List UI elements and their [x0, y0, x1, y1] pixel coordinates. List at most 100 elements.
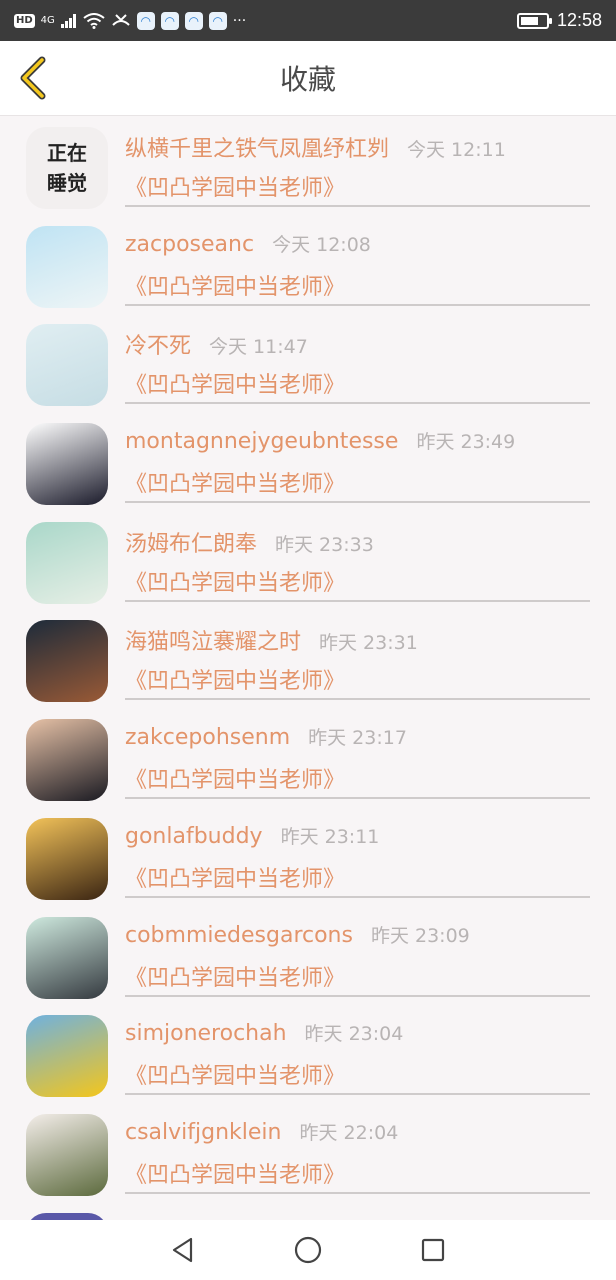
back-button[interactable] [10, 55, 56, 101]
user-name[interactable]: 汤姆布仁朗奉 [125, 526, 257, 558]
timestamp: 昨天 23:17 [308, 727, 407, 750]
battery-level [520, 16, 538, 25]
divider [125, 797, 590, 800]
book-title[interactable]: 《凹凸学园中当老师》 [125, 466, 345, 498]
favorites-list: 正在 睡觉 纵横千里之铁气凤凰纾杠刿 今天 12:11 《凹凸学园中当老师》 zacpos… [0, 116, 616, 1220]
nav-recents-button[interactable] [413, 1230, 453, 1270]
list-item[interactable]: 正在 睡觉 纵横千里之铁气凤凰纾杠刿 今天 12:11 《凹凸学园中当老师》 [0, 116, 616, 215]
triangle-back-icon [172, 1237, 192, 1263]
avatar[interactable]: 正在 睡觉 [26, 127, 108, 209]
book-title[interactable]: 《凹凸学园中当老师》 [125, 367, 345, 399]
square-recents-icon [422, 1238, 445, 1262]
item-header: gonlafbuddy 昨天 23:11 [125, 822, 379, 849]
user-name[interactable]: 海猫鸣泣褰耀之时 [125, 624, 301, 656]
divider [125, 402, 590, 405]
clock: 12:58 [556, 10, 602, 30]
book-title[interactable]: 《凹凸学园中当老师》 [125, 960, 345, 992]
user-name[interactable]: montagnnejygeubntesse [125, 429, 398, 454]
user-name[interactable]: gonlafbuddy [125, 824, 263, 849]
list-item[interactable]: montagnnejygeubntesse 昨天 23:49 《凹凸学园中当老师》 [0, 412, 616, 511]
item-header: zakcepohsenm 昨天 23:17 [125, 723, 407, 750]
avatar[interactable] [26, 1015, 108, 1098]
item-header: csalvifjgnklein 昨天 22:04 [125, 1118, 398, 1145]
book-title[interactable]: 《凹凸学园中当老师》 [125, 762, 345, 794]
book-title[interactable]: 《凹凸学园中当老师》 [125, 663, 345, 695]
avatar[interactable] [26, 620, 108, 703]
list-item[interactable]: zakcepohsenm 昨天 23:17 《凹凸学园中当老师》 [0, 708, 616, 807]
more-notifications-icon: ··· [232, 12, 247, 29]
avatar[interactable] [26, 225, 108, 308]
navigation-bar [0, 1220, 616, 1280]
network-type: 4G [40, 14, 55, 26]
avatar-text-line: 正在 [47, 141, 87, 165]
item-header: 纵横千里之铁气凤凰纾杠刿 今天 12:11 [125, 131, 506, 163]
list-item[interactable]: gonlafbuddy 昨天 23:11 《凹凸学园中当老师》 [0, 807, 616, 906]
avatar[interactable] [26, 1212, 108, 1220]
divider [125, 895, 590, 898]
avatar-text-line: 睡觉 [47, 171, 87, 195]
user-name[interactable]: simjonerochah [125, 1021, 287, 1046]
nav-back-button[interactable] [163, 1230, 203, 1270]
divider [125, 599, 590, 602]
user-name[interactable]: csalvifjgnklein [125, 1120, 282, 1145]
timestamp: 昨天 23:04 [304, 1023, 404, 1046]
item-header: 汤姆布仁朗奉 昨天 23:33 [125, 526, 374, 558]
avatar[interactable] [26, 521, 108, 604]
divider [125, 303, 590, 306]
list-item[interactable]: cobmmiedesgarcons 昨天 23:09 《凹凸学园中当老师》 [0, 906, 616, 1005]
item-header: 冷不死 今天 11:47 [125, 328, 308, 360]
chevron-left-icon [20, 56, 46, 100]
book-title[interactable]: 《凹凸学园中当老师》 [125, 170, 345, 202]
list-item[interactable]: simjonerochah 昨天 23:04 《凹凸学园中当老师》 [0, 1004, 616, 1103]
timestamp: 昨天 22:04 [299, 1121, 399, 1144]
hd-icon: HD [14, 13, 35, 28]
app-notification-icon: ◠ [136, 11, 155, 30]
avatar[interactable] [26, 1113, 108, 1196]
book-title[interactable]: 《凹凸学园中当老师》 [125, 565, 345, 597]
app-notification-icon: ◠ [184, 11, 203, 30]
item-header: simjonerochah 昨天 23:04 [125, 1019, 403, 1046]
app-notification-icon: ◠ [208, 11, 227, 30]
list-item[interactable] [0, 1202, 616, 1220]
page-title: 收藏 [279, 63, 336, 96]
book-title[interactable]: 《凹凸学园中当老师》 [125, 269, 345, 301]
wifi-icon [83, 12, 105, 29]
battery-icon [516, 12, 552, 29]
status-bar: HD 4G ◠ ◠ ◠ ◠ ··· 12:58 [0, 0, 616, 41]
timestamp: 今天 11:47 [209, 336, 308, 359]
item-header: 海猫鸣泣褰耀之时 昨天 23:31 [125, 624, 418, 656]
timestamp: 今天 12:08 [272, 233, 371, 256]
book-title[interactable]: 《凹凸学园中当老师》 [125, 1058, 345, 1090]
divider [125, 698, 590, 701]
timestamp: 昨天 23:31 [319, 632, 418, 655]
avatar[interactable] [26, 423, 108, 506]
divider [125, 994, 590, 997]
item-header: zacposeanc 今天 12:08 [125, 230, 371, 257]
user-name[interactable]: 纵横千里之铁气凤凰纾杠刿 [125, 131, 389, 163]
title-bar: 收藏 [0, 41, 616, 116]
missed-call-icon [112, 13, 130, 26]
list-item[interactable]: zacposeanc 今天 12:08 《凹凸学园中当老师》 [0, 215, 616, 314]
signal-icon [60, 13, 76, 28]
book-title[interactable]: 《凹凸学园中当老师》 [125, 861, 345, 893]
list-item[interactable]: 汤姆布仁朗奉 昨天 23:33 《凹凸学园中当老师》 [0, 511, 616, 610]
avatar[interactable] [26, 719, 108, 802]
avatar[interactable] [26, 916, 108, 999]
user-name[interactable]: zakcepohsenm [125, 725, 290, 750]
app-notification-icon: ◠ [160, 11, 179, 30]
user-name[interactable]: zacposeanc [125, 232, 254, 257]
avatar[interactable] [26, 324, 108, 407]
timestamp: 昨天 23:49 [416, 431, 516, 454]
divider [125, 205, 590, 207]
item-header: montagnnejygeubntesse 昨天 23:49 [125, 427, 515, 454]
timestamp: 今天 12:11 [407, 139, 506, 161]
nav-home-button[interactable] [288, 1230, 328, 1270]
list-item[interactable]: 海猫鸣泣褰耀之时 昨天 23:31 《凹凸学园中当老师》 [0, 609, 616, 708]
list-item[interactable]: 冷不死 今天 11:47 《凹凸学园中当老师》 [0, 313, 616, 412]
avatar[interactable] [26, 817, 108, 900]
user-name[interactable]: cobmmiedesgarcons [125, 923, 353, 948]
user-name[interactable]: 冷不死 [125, 328, 191, 360]
book-title[interactable]: 《凹凸学园中当老师》 [125, 1157, 345, 1189]
list-item[interactable]: csalvifjgnklein 昨天 22:04 《凹凸学园中当老师》 [0, 1103, 616, 1202]
timestamp: 昨天 23:33 [275, 533, 374, 556]
